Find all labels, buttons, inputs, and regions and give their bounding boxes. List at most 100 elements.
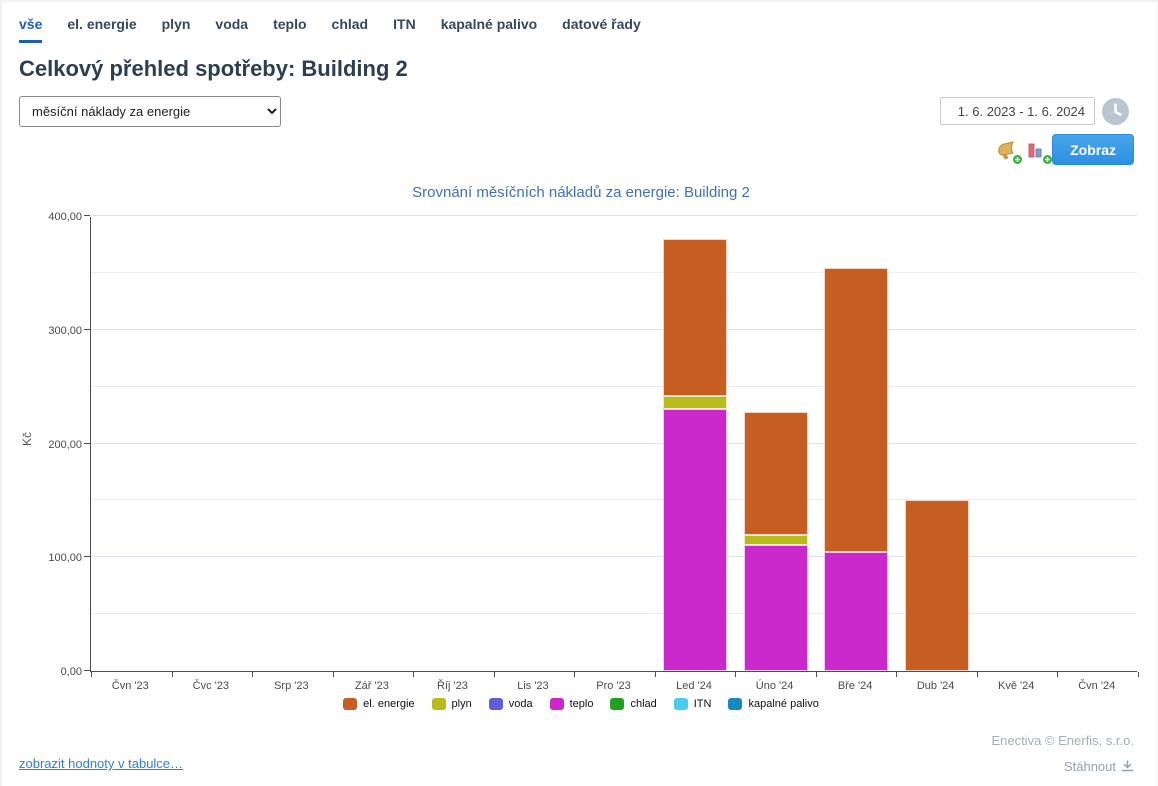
legend-label: plyn <box>452 698 472 710</box>
gridline <box>91 272 1137 273</box>
legend-item-chlad[interactable]: chlad <box>610 698 656 710</box>
download-icon <box>1121 760 1134 773</box>
bar-segment-plyn[interactable] <box>744 535 808 545</box>
chart-legend: el. energie plyn voda teplo chlad ITN kapalné … <box>2 698 1158 710</box>
tab-voda[interactable]: voda <box>215 16 248 43</box>
legend-swatch <box>728 698 742 710</box>
bar-segment-plyn[interactable] <box>663 396 727 410</box>
legend-item-plyn[interactable]: plyn <box>432 698 472 710</box>
x-tick <box>1138 672 1139 677</box>
legend-swatch <box>550 698 564 710</box>
y-tick-label: 200,00 <box>2 439 82 451</box>
x-tick <box>655 672 656 677</box>
x-tick <box>91 672 92 677</box>
tab-datov-ady[interactable]: datové řady <box>562 16 641 43</box>
bar-segment-teplo[interactable] <box>663 409 727 671</box>
megaphone-add-icon[interactable] <box>997 141 1019 161</box>
x-tick-label: Lis '23 <box>488 680 578 692</box>
legend-item-kapaln-palivo[interactable]: kapalné palivo <box>728 698 818 710</box>
x-tick-label: Srp '23 <box>246 680 336 692</box>
x-tick <box>252 672 253 677</box>
plot-area <box>90 217 1137 672</box>
y-tick-label: 100,00 <box>2 552 82 564</box>
y-tick-label: 0,00 <box>2 666 82 678</box>
x-tick-label: Led '24 <box>649 680 739 692</box>
y-tick <box>84 670 90 671</box>
legend-swatch <box>674 698 688 710</box>
clock-icon <box>1102 98 1129 125</box>
y-tick <box>84 329 90 330</box>
gridline <box>91 215 1137 216</box>
tab-plyn[interactable]: plyn <box>162 16 191 43</box>
legend-label: teplo <box>570 698 594 710</box>
bar-segment-teplo[interactable] <box>824 552 888 671</box>
x-tick <box>1057 672 1058 677</box>
x-tick <box>413 672 414 677</box>
x-tick-label: Říj '23 <box>407 680 497 692</box>
show-values-table-link[interactable]: zobrazit hodnoty v tabulce… <box>19 756 183 771</box>
metric-select[interactable]: měsíční náklady za energie <box>19 96 281 127</box>
legend-label: voda <box>509 698 533 710</box>
chart-title: Srovnání měsíčních nákladů za energie: B… <box>2 184 1158 201</box>
gridline <box>91 386 1137 387</box>
legend-item-teplo[interactable]: teplo <box>550 698 594 710</box>
x-tick-label: Úno '24 <box>730 680 820 692</box>
tab-kapaln-palivo[interactable]: kapalné palivo <box>441 16 537 43</box>
x-tick-label: Pro '23 <box>569 680 659 692</box>
x-tick <box>172 672 173 677</box>
gridline <box>91 499 1137 500</box>
legend-item-voda[interactable]: voda <box>489 698 533 710</box>
legend-swatch <box>432 698 446 710</box>
tab-teplo[interactable]: teplo <box>273 16 306 43</box>
legend-label: ITN <box>694 698 712 710</box>
x-tick-label: Bře '24 <box>810 680 900 692</box>
x-tick-label: Zář '23 <box>327 680 417 692</box>
page-title: Celkový přehled spotřeby: Building 2 <box>19 56 408 82</box>
tab-chlad[interactable]: chlad <box>332 16 369 43</box>
legend-label: chlad <box>630 698 656 710</box>
x-tick-label: Čvc '23 <box>166 680 256 692</box>
legend-label: el. energie <box>363 698 414 710</box>
chart-action-icons <box>997 141 1049 161</box>
y-tick <box>84 443 90 444</box>
gridline <box>91 556 1137 557</box>
download-label: Stáhnout <box>1064 759 1116 774</box>
bar-segment-el-energie[interactable] <box>744 412 808 535</box>
y-tick <box>84 215 90 216</box>
gridline <box>91 443 1137 444</box>
legend-swatch <box>489 698 503 710</box>
category-tab-bar: vše el. energie plyn voda teplo chlad ITN kapal… <box>19 16 641 43</box>
legend-label: kapalné palivo <box>748 698 818 710</box>
y-tick-label: 300,00 <box>2 325 82 337</box>
date-range-input[interactable] <box>940 97 1095 125</box>
legend-item-el-energie[interactable]: el. energie <box>343 698 414 710</box>
energy-dashboard-page: vše el. energie plyn voda teplo chlad ITN kapal… <box>0 0 1158 786</box>
x-tick <box>333 672 334 677</box>
x-tick-label: Kvě '24 <box>971 680 1061 692</box>
stacked-bar-chart: Srovnání měsíčních nákladů za energie: B… <box>2 174 1158 734</box>
x-tick <box>977 672 978 677</box>
y-tick <box>84 556 90 557</box>
x-tick-label: Čvn '23 <box>85 680 175 692</box>
x-tick <box>896 672 897 677</box>
tab-v-e[interactable]: vše <box>19 16 42 43</box>
legend-item-ITN[interactable]: ITN <box>674 698 712 710</box>
x-tick <box>494 672 495 677</box>
bar-segment-el-energie[interactable] <box>824 268 888 551</box>
download-button[interactable]: Stáhnout <box>1064 759 1134 774</box>
tab-el-energie[interactable]: el. energie <box>67 16 136 43</box>
show-button[interactable]: Zobraz <box>1052 134 1134 165</box>
legend-swatch <box>610 698 624 710</box>
tab-ITN[interactable]: ITN <box>393 16 416 43</box>
x-tick <box>574 672 575 677</box>
bar-segment-el-energie[interactable] <box>905 500 969 671</box>
gridline <box>91 329 1137 330</box>
legend-swatch <box>343 698 357 710</box>
bar-segment-teplo[interactable] <box>744 545 808 671</box>
gridline <box>91 613 1137 614</box>
bar-segment-el-energie[interactable] <box>663 239 727 396</box>
x-tick-label: Dub '24 <box>891 680 981 692</box>
clock-button[interactable] <box>1102 98 1129 125</box>
bar-chart-add-icon[interactable] <box>1027 141 1049 161</box>
brand-text: Enectiva © Enerfis, s.r.o. <box>991 733 1134 748</box>
